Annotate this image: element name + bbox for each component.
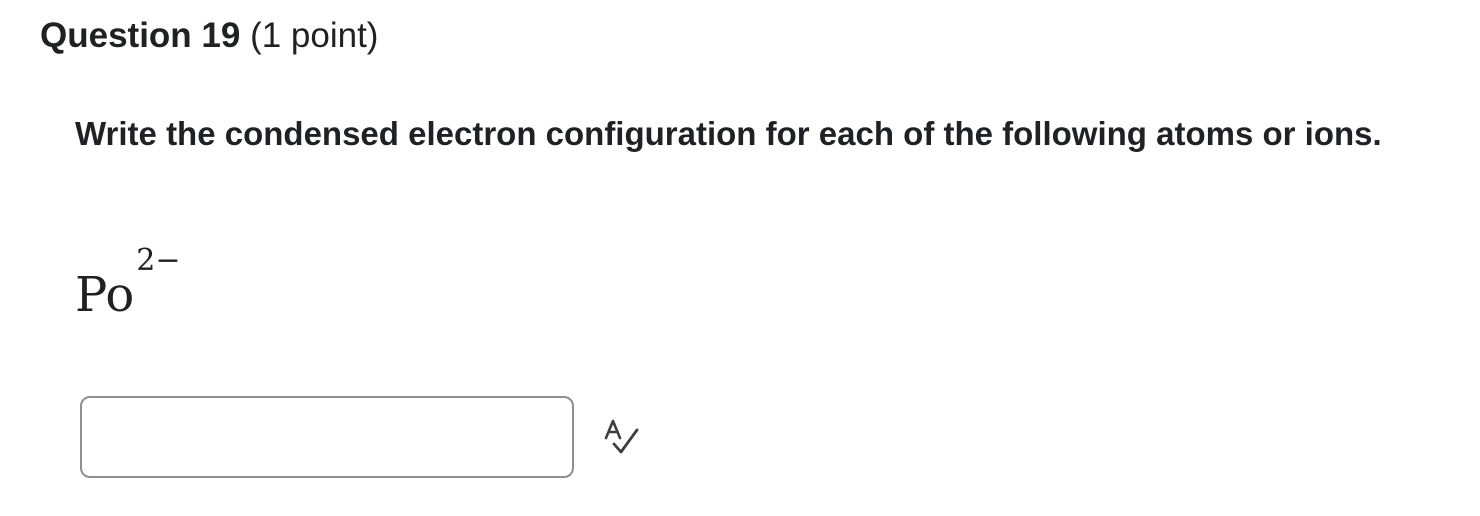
spellcheck-icon — [604, 419, 639, 454]
question-points: (1 point) — [250, 16, 379, 55]
question-prompt: Write the condensed electron configurati… — [75, 115, 1382, 152]
spellcheck-button[interactable] — [600, 418, 642, 458]
question-header: Question 19 (1 point) — [40, 14, 378, 58]
answer-input[interactable] — [80, 396, 574, 478]
chemical-formula: Po2− — [75, 243, 180, 328]
formula-symbol: Po — [75, 267, 135, 323]
formula-charge: 2− — [136, 243, 181, 278]
question-number: Question 19 — [40, 16, 241, 55]
